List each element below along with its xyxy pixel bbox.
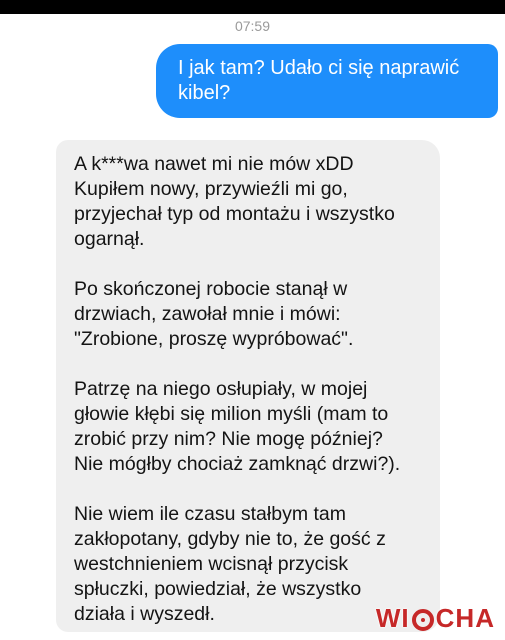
message-line: ogarnął.	[74, 228, 145, 250]
status-bar	[0, 0, 505, 14]
message-line: kibel?	[178, 82, 231, 104]
message-line: Nie mógłby chociaż zamknąć drzwi?).	[74, 453, 401, 475]
watermark-o-icon	[411, 608, 434, 631]
message-line: przyjechał typ od montażu i wszystko	[74, 203, 395, 225]
message-line: spłuczki, powiedział, że wszystko	[74, 578, 362, 600]
message-line: A k***wa nawet mi nie mów xDD	[74, 153, 354, 175]
message-line: Patrzę na niego osłupiały, w mojej	[74, 378, 368, 400]
watermark-text-left: WI	[375, 603, 410, 633]
message-line: zakłopotany, gdyby nie to, że gość z	[74, 528, 386, 550]
outgoing-message-bubble[interactable]: I jak tam? Udało ci się naprawić kibel?	[156, 44, 498, 118]
message-line: drzwiach, zawołał mnie i mówi:	[74, 303, 341, 325]
message-line: zrobić przy nim? Nie mogę później?	[74, 428, 383, 450]
watermark-text-right: CHA	[435, 603, 495, 633]
message-paragraph: Po skończonej robocie stanął w drzwiach,…	[74, 277, 432, 352]
message-line: Nie wiem ile czasu stałbym tam	[74, 503, 346, 525]
message-line: Po skończonej robocie stanął w	[74, 278, 348, 300]
wiocha-watermark-logo: WI CHA	[376, 603, 495, 634]
message-line: "Zrobione, proszę wypróbować".	[74, 328, 354, 350]
message-paragraph: Patrzę na niego osłupiały, w mojej głowi…	[74, 377, 432, 477]
message-line: Kupiłem nowy, przywieźli mi go,	[74, 178, 348, 200]
message-timestamp: 07:59	[234, 18, 271, 34]
message-line: głowie kłębi się milion myśli (mam to	[74, 403, 389, 425]
message-paragraph: A k***wa nawet mi nie mów xDD Kupiłem no…	[74, 152, 432, 252]
message-line: I jak tam? Udało ci się naprawić	[178, 57, 460, 79]
message-line: westchnieniem wcisnął przycisk	[74, 553, 349, 575]
incoming-message-bubble[interactable]: A k***wa nawet mi nie mów xDD Kupiłem no…	[56, 140, 440, 632]
